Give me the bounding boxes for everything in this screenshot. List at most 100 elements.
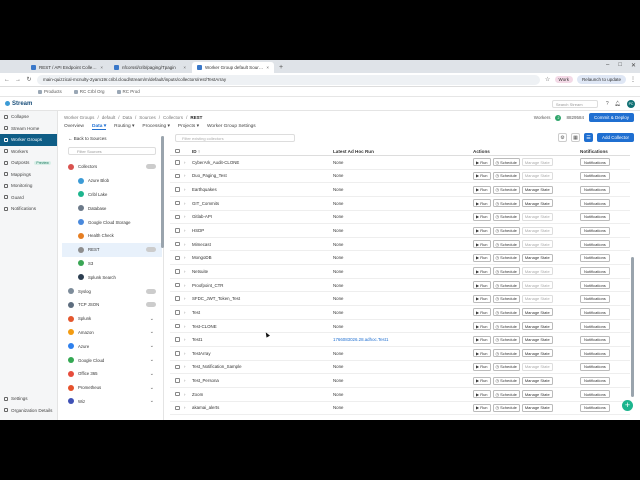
reload-icon[interactable]: ↻	[26, 76, 32, 83]
row-checkbox[interactable]	[175, 187, 180, 192]
row-checkbox[interactable]	[175, 255, 180, 261]
filter-sources-input[interactable]: Filter Sources	[68, 147, 156, 155]
chevron-down-icon[interactable]: ⌄	[150, 371, 154, 377]
row-checkbox[interactable]	[175, 282, 180, 288]
notifications-button[interactable]: Notifications	[580, 267, 610, 276]
schedule-button[interactable]: ◷ Schedule	[492, 281, 520, 290]
new-tab-button[interactable]: +	[275, 62, 287, 73]
manage-state-button[interactable]: Manage State	[521, 376, 553, 385]
expand-chevron-icon[interactable]: ›	[184, 292, 185, 305]
collector-id[interactable]: Test1	[192, 333, 203, 346]
schedule-button[interactable]: ◷ Schedule	[492, 390, 520, 399]
manage-state-button[interactable]: Manage State	[521, 403, 553, 412]
breadcrumb-item[interactable]: Sources	[139, 115, 156, 120]
table-row[interactable]: › HSDP None ▶ Run ◷ Schedule Manage State Noti…	[170, 224, 630, 238]
run-button[interactable]: ▶ Run	[473, 294, 491, 303]
notifications-button[interactable]: Notifications	[580, 185, 610, 194]
commit-id[interactable]: 8829584	[566, 115, 584, 120]
collector-id[interactable]: HSDP	[192, 224, 204, 237]
count-toggle[interactable]	[146, 164, 156, 170]
notifications-button[interactable]: Notifications	[580, 226, 610, 235]
schedule-button[interactable]: ◷ Schedule	[492, 267, 520, 276]
back-to-sources-link[interactable]: ← Back to Sources	[68, 136, 107, 141]
source-item[interactable]: Syslog	[62, 284, 162, 298]
collector-id[interactable]: CyberArk_Audit-CLONE	[192, 156, 239, 169]
browser-tab[interactable]: Worker Group default Sources ×	[192, 62, 274, 73]
source-item[interactable]: TCP JSON	[62, 298, 162, 312]
expand-chevron-icon[interactable]: ›	[184, 361, 185, 374]
breadcrumb-item[interactable]: Collectors	[163, 115, 183, 120]
nav-item-guard[interactable]: Guard	[0, 192, 57, 204]
subtab-item[interactable]: Processing ▾	[142, 124, 169, 130]
row-checkbox[interactable]	[175, 337, 180, 342]
collector-id[interactable]: akamai_alerts	[192, 402, 219, 415]
bookmark-products[interactable]: Products	[38, 89, 62, 94]
collector-id[interactable]: Mimecast	[192, 238, 211, 251]
source-item[interactable]: Google Cloud ⌄	[62, 353, 162, 367]
source-item[interactable]: Office 365 ⌄	[62, 367, 162, 381]
source-item[interactable]: Azure Blob	[62, 174, 162, 188]
notifications-button[interactable]: Notifications	[580, 158, 610, 167]
run-button[interactable]: ▶ Run	[473, 226, 491, 235]
source-item[interactable]: Splunk ⌄	[62, 312, 162, 326]
table-row[interactable]: › MongoDB None ▶ Run ◷ Schedule Manage State N…	[170, 251, 630, 266]
table-row[interactable]: › GIT_Commits None ▶ Run ◷ Schedule Manage St…	[170, 197, 630, 211]
notifications-button[interactable]: Notifications	[580, 376, 610, 385]
help-icon[interactable]: ?	[606, 101, 609, 107]
schedule-button[interactable]: ◷ Schedule	[492, 362, 520, 371]
table-row[interactable]: › CyberArk_Audit-CLONE None ▶ Run ◷ Schedule…	[170, 156, 630, 170]
avatar[interactable]: PC	[627, 99, 635, 108]
expand-chevron-icon[interactable]: ›	[184, 156, 185, 169]
row-checkbox[interactable]	[175, 200, 180, 206]
expand-chevron-icon[interactable]: ›	[184, 238, 185, 251]
schedule-button[interactable]: ◷ Schedule	[492, 335, 520, 344]
search-input[interactable]: Search Stream	[551, 99, 598, 108]
run-button[interactable]: ▶ Run	[473, 281, 491, 290]
notifications-button[interactable]: Notifications	[580, 212, 610, 221]
schedule-button[interactable]: ◷ Schedule	[492, 185, 520, 194]
collector-id[interactable]: Earthquakes	[192, 183, 217, 196]
collector-id[interactable]: Proofpoint_CTR	[192, 279, 223, 292]
browser-tab[interactable]: nfcorssl/crib/paging/Tpagin ×	[109, 62, 191, 73]
manage-state-button[interactable]: Manage State	[521, 253, 553, 262]
collector-id[interactable]: MongoDB	[192, 251, 212, 264]
row-checkbox[interactable]	[175, 296, 180, 301]
table-scrollbar[interactable]	[631, 257, 634, 397]
table-row[interactable]: › Test1 1766083026.28.adhoc.Test1 ▶ Run ◷ Sc…	[170, 333, 630, 347]
collector-id[interactable]: Test_Notification_Sample	[192, 361, 242, 374]
help-fab-button[interactable]: +	[622, 400, 633, 411]
grid-view-icon[interactable]: ▦	[570, 133, 580, 142]
table-row[interactable]: › SFDC_JWT_Token_Test None ▶ Run ◷ Schedule M…	[170, 292, 630, 307]
breadcrumb-item[interactable]: Data	[122, 115, 132, 120]
table-row[interactable]: › TestArray None ▶ Run ◷ Schedule Manage Stat…	[170, 347, 630, 361]
run-button[interactable]: ▶ Run	[473, 185, 491, 194]
subtab-item[interactable]: Routing ▾	[114, 124, 134, 130]
schedule-button[interactable]: ◷ Schedule	[492, 158, 520, 167]
collector-id[interactable]: SFDC_JWT_Token_Test	[192, 292, 240, 305]
notifications-button[interactable]: Notifications	[580, 281, 610, 290]
run-button[interactable]: ▶ Run	[473, 171, 491, 180]
row-checkbox[interactable]	[175, 228, 180, 233]
table-row[interactable]: › Mimecast None ▶ Run ◷ Schedule Manage State…	[170, 238, 630, 252]
notifications-button[interactable]: Notifications	[580, 362, 610, 371]
source-item[interactable]: REST	[62, 242, 162, 257]
run-button[interactable]: ▶ Run	[473, 322, 491, 330]
row-checkbox[interactable]	[175, 214, 180, 220]
run-button[interactable]: ▶ Run	[473, 376, 491, 385]
expand-chevron-icon[interactable]: ›	[184, 265, 185, 278]
bookmark-rc-crbl-org[interactable]: RC Crbl Org	[73, 89, 105, 94]
nav-settings[interactable]: Settings	[0, 393, 57, 405]
expand-chevron-icon[interactable]: ›	[184, 170, 185, 183]
expand-chevron-icon[interactable]: ›	[184, 347, 185, 360]
notifications-button[interactable]: Notifications	[580, 335, 610, 344]
relaunch-button[interactable]: Relaunch to update	[576, 75, 626, 84]
bookmark-rc-prod[interactable]: RC Prod	[116, 89, 140, 94]
expand-chevron-icon[interactable]: ›	[184, 333, 185, 346]
table-row[interactable]: › Netsuite None ▶ Run ◷ Schedule Manage State…	[170, 265, 630, 279]
close-tab-icon[interactable]: ×	[183, 65, 186, 70]
collector-id[interactable]: GIT_Commits	[192, 197, 219, 210]
manage-state-button[interactable]: Manage State	[521, 390, 553, 399]
nav-item-outposts[interactable]: Outposts Preview	[0, 157, 57, 169]
row-checkbox[interactable]	[175, 269, 180, 274]
run-button[interactable]: ▶ Run	[473, 199, 491, 208]
